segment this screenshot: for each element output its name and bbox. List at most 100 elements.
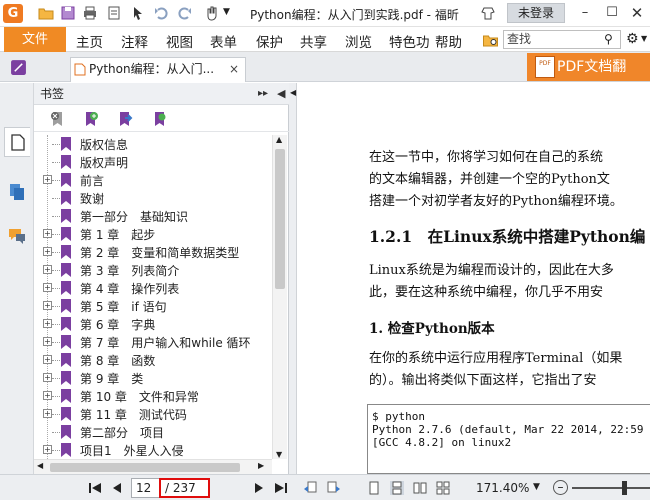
- facing-page-icon[interactable]: [413, 481, 427, 495]
- expand-toggle-icon[interactable]: +: [43, 229, 52, 238]
- zoom-slider-thumb[interactable]: [622, 481, 627, 495]
- expand-toggle-icon[interactable]: +: [43, 409, 52, 418]
- expand-toggle-icon[interactable]: +: [43, 391, 52, 400]
- bookmark-item[interactable]: 第一部分 基础知识: [34, 207, 270, 225]
- splitter-collapse-icon[interactable]: ◀: [290, 88, 296, 97]
- open-folder-icon[interactable]: [38, 5, 54, 21]
- document-view[interactable]: 在这一节中，你将学习如何在自己的系统 的文本编辑器，并创建一个空的Python文…: [297, 83, 650, 474]
- menu-features[interactable]: 特色功: [389, 31, 435, 51]
- previous-view-icon[interactable]: [303, 481, 317, 495]
- delete-bookmark-icon[interactable]: [49, 110, 67, 128]
- bookmark-flag-icon: [61, 389, 71, 403]
- comments-panel-button[interactable]: [4, 223, 30, 253]
- bookmark-hscroll-thumb[interactable]: [50, 463, 240, 472]
- expand-toggle-icon[interactable]: +: [43, 265, 52, 274]
- document-icon[interactable]: [106, 5, 122, 21]
- menu-comment[interactable]: 注释: [121, 31, 148, 51]
- bookmark-item[interactable]: + 第 4 章 操作列表: [34, 279, 270, 297]
- undo-icon[interactable]: [153, 5, 169, 21]
- last-page-icon[interactable]: [274, 481, 288, 495]
- search-icon[interactable]: ⚲: [604, 32, 613, 46]
- bookmark-item[interactable]: + 第 2 章 变量和简单数据类型: [34, 243, 270, 261]
- gear-icon[interactable]: ⚙: [626, 31, 639, 47]
- single-page-icon[interactable]: [367, 481, 381, 495]
- maximize-button[interactable]: ☐: [602, 3, 622, 23]
- bookmark-item[interactable]: + 第 1 章 起步: [34, 225, 270, 243]
- bookmark-options-icon[interactable]: [151, 110, 169, 128]
- bookmark-item[interactable]: + 第 6 章 字典: [34, 315, 270, 333]
- file-menu-button[interactable]: 文件: [4, 27, 66, 52]
- close-window-icon[interactable]: ✕: [627, 3, 647, 23]
- bookmark-item[interactable]: 第二部分 项目: [34, 423, 270, 441]
- add-bookmark-icon[interactable]: [82, 110, 100, 128]
- bookmark-scroll-thumb[interactable]: [275, 149, 285, 289]
- menu-share[interactable]: 共享: [300, 31, 327, 51]
- zoom-dropdown-icon[interactable]: ▼: [533, 482, 540, 492]
- next-view-icon[interactable]: [327, 481, 341, 495]
- bookmark-vertical-scrollbar[interactable]: ▲ ▼: [272, 135, 287, 459]
- bookmark-item[interactable]: + 前言: [34, 171, 270, 189]
- expand-toggle-icon[interactable]: +: [43, 283, 52, 292]
- redo-icon[interactable]: [177, 5, 193, 21]
- first-page-icon[interactable]: [88, 481, 102, 495]
- menu-view[interactable]: 视图: [166, 31, 193, 51]
- folder-search-icon[interactable]: [482, 32, 499, 48]
- minimize-button[interactable]: –: [575, 3, 595, 23]
- previous-page-icon[interactable]: [110, 481, 124, 495]
- bookmark-item[interactable]: + 第 5 章 if 语句: [34, 297, 270, 315]
- tab-close-icon[interactable]: ×: [229, 58, 239, 81]
- bookmark-item[interactable]: + 第 8 章 函数: [34, 351, 270, 369]
- current-page-input[interactable]: 12: [131, 478, 160, 498]
- zoom-level[interactable]: 171.40%: [476, 481, 529, 495]
- menu-help[interactable]: 帮助: [435, 31, 462, 51]
- menu-browse[interactable]: 浏览: [345, 31, 372, 51]
- expand-toggle-icon[interactable]: +: [43, 355, 52, 364]
- print-icon[interactable]: [82, 5, 98, 21]
- next-page-icon[interactable]: [252, 481, 266, 495]
- expand-toggle-icon[interactable]: +: [43, 445, 52, 454]
- scroll-up-icon[interactable]: ▲: [276, 135, 282, 144]
- expand-toggle-icon[interactable]: +: [43, 337, 52, 346]
- scroll-down-icon[interactable]: ▼: [276, 450, 282, 459]
- scroll-left-icon[interactable]: ◀: [37, 461, 43, 470]
- bookmark-horizontal-scrollbar[interactable]: ◀ ▶: [34, 459, 272, 474]
- scroll-right-icon[interactable]: ▶: [258, 461, 264, 470]
- move-bookmark-icon[interactable]: [116, 110, 134, 128]
- expand-toggle-icon[interactable]: +: [43, 319, 52, 328]
- panel-splitter[interactable]: ◀: [289, 83, 297, 474]
- hand-tool-icon[interactable]: [204, 5, 220, 21]
- bookmark-item[interactable]: 致谢: [34, 189, 270, 207]
- menu-form[interactable]: 表单: [210, 31, 237, 51]
- zoom-out-button[interactable]: –: [553, 480, 568, 495]
- bookmark-item[interactable]: + 第 11 章 测试代码: [34, 405, 270, 423]
- bookmarks-panel-button[interactable]: [4, 127, 30, 157]
- pointer-icon[interactable]: [130, 5, 146, 21]
- menu-home[interactable]: 主页: [76, 31, 103, 51]
- bookmark-item[interactable]: + 第 7 章 用户输入和while 循环: [34, 333, 270, 351]
- pages-panel-button[interactable]: [4, 179, 30, 209]
- bookmark-item[interactable]: 版权信息: [34, 135, 270, 153]
- expand-toggle-icon[interactable]: +: [43, 301, 52, 310]
- bookmark-item[interactable]: + 第 10 章 文件和异常: [34, 387, 270, 405]
- save-icon[interactable]: [60, 5, 76, 21]
- bookmark-item[interactable]: + 第 9 章 类: [34, 369, 270, 387]
- foxit-logo-icon[interactable]: G: [3, 4, 23, 23]
- customize-dropdown-icon[interactable]: ▼: [223, 7, 230, 17]
- settings-dropdown-icon[interactable]: ▼: [641, 34, 647, 43]
- menu-protect[interactable]: 保护: [256, 31, 283, 51]
- bookmark-item[interactable]: + 第 3 章 列表简介: [34, 261, 270, 279]
- expand-toggle-icon[interactable]: +: [43, 373, 52, 382]
- expand-toggle-icon[interactable]: +: [43, 247, 52, 256]
- sign-icon[interactable]: [10, 59, 27, 76]
- continuous-facing-icon[interactable]: [436, 481, 450, 495]
- expand-toggle-icon[interactable]: +: [43, 175, 52, 184]
- bookmark-item[interactable]: + 项目1 外星人入侵: [34, 441, 270, 459]
- expand-panel-icon[interactable]: ▸▸: [258, 83, 268, 105]
- continuous-page-icon[interactable]: [390, 481, 404, 495]
- bookmark-item[interactable]: 版权声明: [34, 153, 270, 171]
- zoom-slider[interactable]: [572, 487, 650, 489]
- skin-icon[interactable]: [480, 5, 496, 21]
- collapse-panel-icon[interactable]: ◀: [277, 83, 285, 105]
- login-button[interactable]: 未登录: [507, 3, 565, 23]
- tab-document[interactable]: Python编程：从入门... ×: [70, 57, 246, 82]
